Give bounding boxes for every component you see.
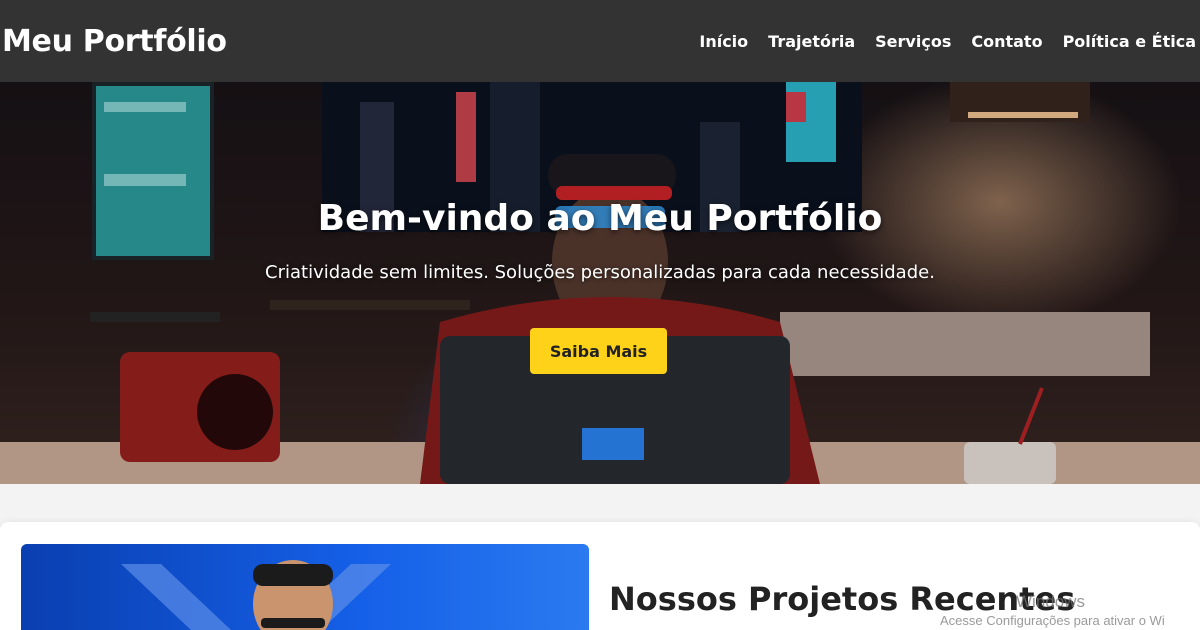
hero-overlay bbox=[0, 82, 1200, 484]
projects-title: Nossos Projetos Recentes bbox=[609, 580, 1076, 618]
nav-link-servicos[interactable]: Serviços bbox=[875, 32, 951, 51]
nav-link-inicio[interactable]: Início bbox=[699, 32, 748, 51]
hero-subtitle: Criatividade sem limites. Soluções perso… bbox=[265, 262, 935, 283]
nav-link-politica-etica[interactable]: Política e Ética bbox=[1063, 32, 1196, 51]
nav-link-trajetoria[interactable]: Trajetória bbox=[768, 32, 855, 51]
main-nav: Início Trajetória Serviços Contato Polít… bbox=[699, 32, 1200, 51]
nav-link-contato[interactable]: Contato bbox=[971, 32, 1042, 51]
hero-title: Bem-vindo ao Meu Portfólio bbox=[317, 198, 883, 239]
site-header: Meu Portfólio Início Trajetória Serviços… bbox=[0, 0, 1200, 82]
project-image bbox=[21, 544, 589, 630]
recent-projects-section: Nossos Projetos Recentes bbox=[0, 522, 1200, 630]
site-logo[interactable]: Meu Portfólio bbox=[0, 24, 227, 59]
hero-section: Bem-vindo ao Meu Portfólio Criatividade … bbox=[0, 82, 1200, 484]
project-illustration bbox=[121, 560, 391, 630]
saiba-mais-button[interactable]: Saiba Mais bbox=[530, 328, 667, 374]
